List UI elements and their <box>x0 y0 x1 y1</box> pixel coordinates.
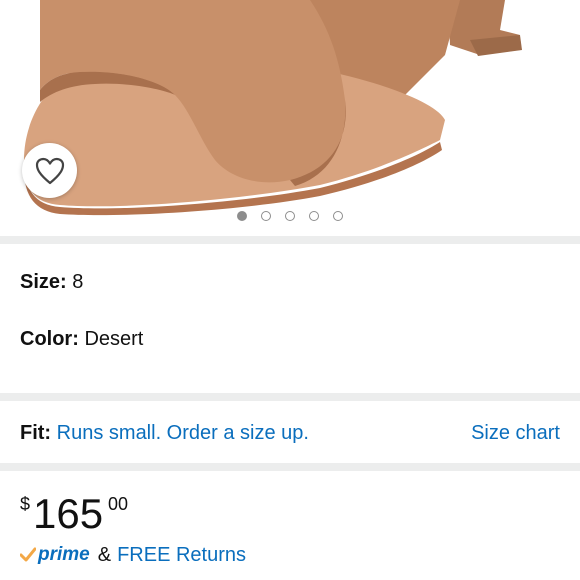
prime-text: prime <box>38 544 90 565</box>
color-value: Desert <box>84 328 144 350</box>
size-chart-link[interactable]: Size chart <box>471 421 560 445</box>
price-currency: $ <box>20 494 31 514</box>
carousel-dot-5[interactable] <box>333 211 343 221</box>
size-row[interactable]: Size: 8 <box>20 270 83 294</box>
fit-row: Fit: Runs small. Order a size up. <box>20 421 309 445</box>
product-image <box>23 0 522 216</box>
product-image-area[interactable] <box>0 0 580 236</box>
fit-advice-link[interactable]: Runs small. Order a size up. <box>57 422 309 444</box>
carousel-dot-2[interactable] <box>261 211 271 221</box>
heart-outline-icon <box>35 157 64 184</box>
wishlist-button[interactable] <box>22 143 77 198</box>
color-row[interactable]: Color: Desert <box>20 327 143 351</box>
section-divider <box>0 393 580 401</box>
price-whole: 165 <box>33 490 104 537</box>
free-returns-link[interactable]: FREE Returns <box>117 544 246 567</box>
section-divider <box>0 463 580 471</box>
prime-badge: prime <box>20 544 90 566</box>
carousel-dot-3[interactable] <box>285 211 295 221</box>
fit-label: Fit: <box>20 422 52 444</box>
section-divider <box>0 236 580 244</box>
carousel-indicators[interactable] <box>0 211 580 221</box>
carousel-dot-4[interactable] <box>309 211 319 221</box>
size-value: 8 <box>72 271 84 293</box>
size-label: Size: <box>20 271 67 293</box>
price-fraction: 00 <box>108 494 129 514</box>
color-label: Color: <box>20 328 79 350</box>
shipping-row: prime & FREE Returns <box>20 540 246 570</box>
prime-check-icon <box>20 547 36 562</box>
ampersand: & <box>97 543 112 566</box>
carousel-dot-1[interactable] <box>237 211 247 221</box>
